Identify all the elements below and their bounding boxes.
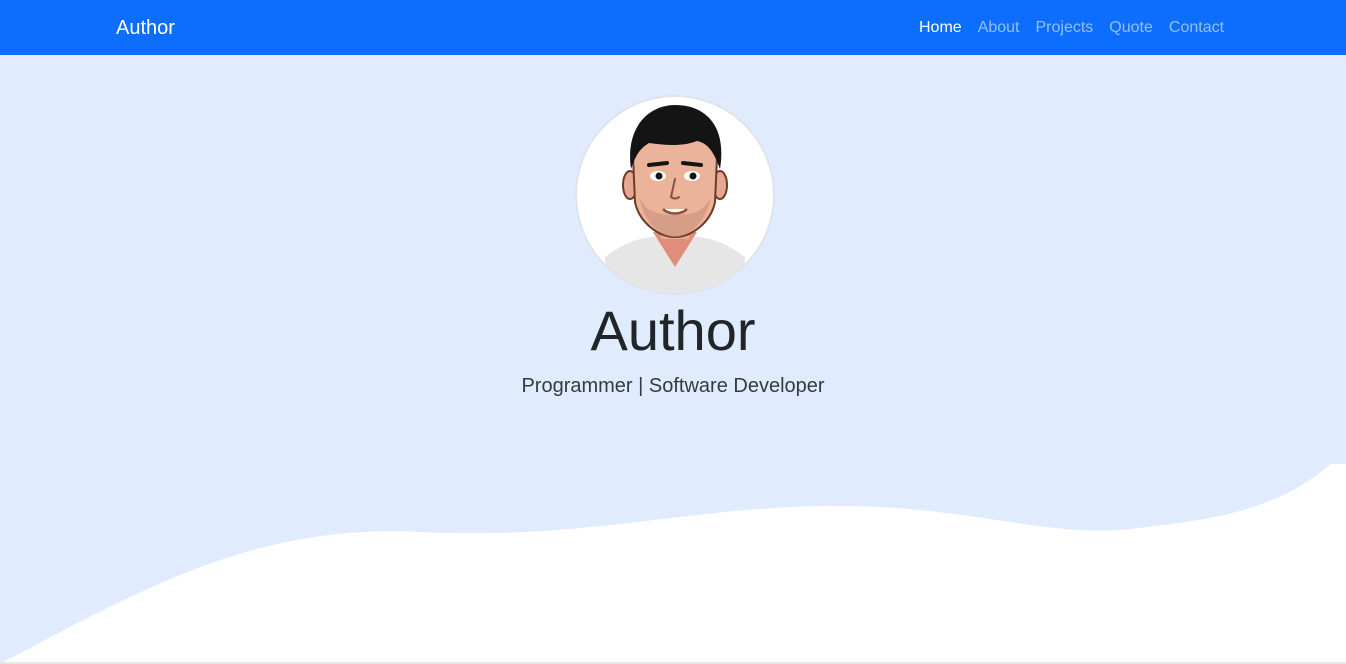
avatar — [575, 95, 775, 295]
nav-link-quote[interactable]: Quote — [1109, 18, 1153, 37]
nav-link-projects[interactable]: Projects — [1036, 18, 1094, 37]
page-subtitle: Programmer | Software Developer — [521, 375, 825, 397]
nav-link-home[interactable]: Home — [919, 18, 962, 37]
nav-links: Home About Projects Quote Contact — [919, 18, 1224, 37]
nav-link-contact[interactable]: Contact — [1169, 18, 1224, 37]
hero-section: Author Programmer | Software Developer — [0, 55, 1346, 664]
brand-link[interactable]: Author — [116, 16, 175, 40]
page-title: Author — [590, 299, 756, 362]
nav-link-about[interactable]: About — [978, 18, 1020, 37]
cartoon-man-avatar-icon — [605, 105, 745, 293]
wave-divider — [0, 464, 1346, 664]
navbar: Author Home About Projects Quote Contact — [0, 0, 1346, 55]
